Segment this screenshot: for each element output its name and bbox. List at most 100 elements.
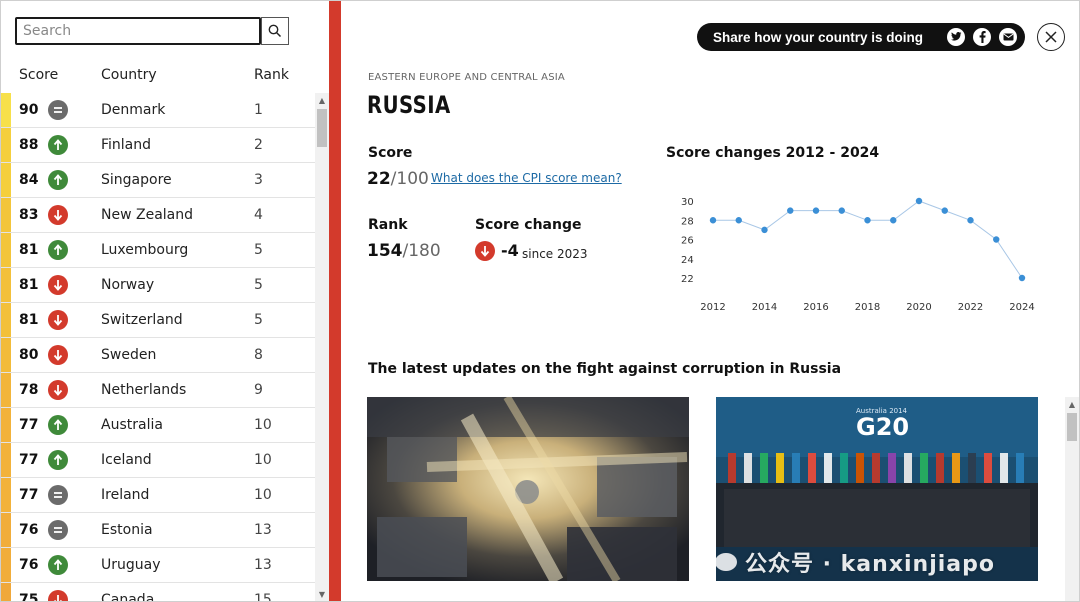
- row-rank: 8: [254, 347, 263, 363]
- row-score: 77: [19, 452, 39, 468]
- data-point[interactable]: [890, 217, 897, 224]
- table-row[interactable]: 77 Australia 10: [1, 408, 315, 443]
- x-tick-label: 2014: [752, 302, 777, 313]
- x-tick-label: 2024: [1009, 302, 1034, 313]
- score-color-stripe: [1, 268, 11, 302]
- row-country: Netherlands: [101, 382, 187, 398]
- cpi-score-link[interactable]: What does the CPI score mean?: [431, 171, 622, 185]
- table-row[interactable]: 76 Uruguay 13: [1, 548, 315, 583]
- data-point[interactable]: [915, 197, 923, 205]
- data-point[interactable]: [993, 236, 1000, 243]
- data-point[interactable]: [761, 226, 768, 234]
- arrow-down-icon: [475, 241, 495, 261]
- row-rank: 5: [254, 242, 263, 258]
- table-row[interactable]: 78 Netherlands 9: [1, 373, 315, 408]
- search-icon: [268, 24, 282, 38]
- country-detail-panel: Share how your country is doing EASTERN …: [341, 1, 1079, 601]
- row-rank: 10: [254, 417, 272, 433]
- row-country: Norway: [101, 277, 155, 293]
- row-rank: 15: [254, 592, 272, 602]
- data-point[interactable]: [1018, 274, 1026, 282]
- table-row[interactable]: 81 Switzerland 5: [1, 303, 315, 338]
- scroll-down-icon[interactable]: ▼: [315, 589, 329, 601]
- detail-scrollbar[interactable]: ▲: [1065, 397, 1079, 601]
- y-tick-label: 28: [681, 216, 694, 227]
- close-icon: [1045, 31, 1057, 43]
- equals-icon: [48, 485, 68, 505]
- data-point[interactable]: [967, 217, 974, 224]
- x-tick-label: 2022: [958, 302, 983, 313]
- x-tick-label: 2016: [803, 302, 828, 313]
- score-color-stripe: [1, 583, 11, 601]
- row-rank: 2: [254, 137, 263, 153]
- email-icon[interactable]: [999, 28, 1017, 46]
- x-tick-label: 2012: [700, 302, 725, 313]
- row-country: Denmark: [101, 102, 166, 118]
- row-rank: 9: [254, 382, 263, 398]
- panel-divider: [329, 1, 341, 601]
- y-tick-label: 22: [681, 274, 694, 285]
- table-row[interactable]: 81 Luxembourg 5: [1, 233, 315, 268]
- scroll-thumb[interactable]: [1067, 413, 1077, 441]
- list-scrollbar[interactable]: ▲ ▼: [315, 93, 329, 601]
- table-row[interactable]: 80 Sweden 8: [1, 338, 315, 373]
- table-row[interactable]: 84 Singapore 3: [1, 163, 315, 198]
- scroll-up-icon[interactable]: ▲: [315, 95, 329, 107]
- row-country: New Zealand: [101, 207, 193, 223]
- close-button[interactable]: [1037, 23, 1065, 51]
- data-point[interactable]: [787, 207, 794, 214]
- score-color-stripe: [1, 198, 11, 232]
- row-country: Canada: [101, 592, 155, 602]
- y-tick-label: 26: [681, 236, 694, 247]
- data-point[interactable]: [709, 217, 717, 224]
- share-label: Share how your country is doing: [713, 29, 924, 45]
- rank-column-header[interactable]: Rank: [254, 67, 289, 83]
- score-color-stripe: [1, 338, 11, 372]
- row-country: Finland: [101, 137, 152, 153]
- arrow-down-icon: [48, 310, 68, 330]
- data-point[interactable]: [812, 207, 820, 214]
- table-row[interactable]: 90 Denmark 1: [1, 93, 315, 128]
- chart-title: Score changes 2012 - 2024: [666, 145, 880, 161]
- table-row[interactable]: 81 Norway 5: [1, 268, 315, 303]
- score-column-header[interactable]: Score: [19, 67, 58, 83]
- arrow-up-icon: [48, 555, 68, 575]
- row-rank: 5: [254, 312, 263, 328]
- table-row[interactable]: 75 Canada 15: [1, 583, 315, 602]
- row-rank: 10: [254, 452, 272, 468]
- row-rank: 5: [254, 277, 263, 293]
- score-color-stripe: [1, 548, 11, 582]
- country-column-header[interactable]: Country: [101, 67, 157, 83]
- score-color-stripe: [1, 303, 11, 337]
- data-point[interactable]: [864, 217, 871, 224]
- score-label: Score: [368, 145, 413, 161]
- score-color-stripe: [1, 93, 11, 127]
- scroll-up-icon[interactable]: ▲: [1065, 399, 1079, 411]
- scroll-thumb[interactable]: [317, 109, 327, 147]
- table-row[interactable]: 88 Finland 2: [1, 128, 315, 163]
- row-country: Estonia: [101, 522, 153, 538]
- row-country: Switzerland: [101, 312, 183, 328]
- table-row[interactable]: 83 New Zealand 4: [1, 198, 315, 233]
- arrow-down-icon: [48, 590, 68, 601]
- search-button[interactable]: [261, 17, 289, 45]
- share-bar: Share how your country is doing: [697, 23, 1025, 51]
- score-color-stripe: [1, 443, 11, 477]
- data-point[interactable]: [735, 217, 742, 224]
- row-score: 78: [19, 382, 39, 398]
- facebook-icon[interactable]: [973, 28, 991, 46]
- country-table: 90 Denmark 1 88 Finland 2 84 Singapore 3 83 New Ze…: [1, 93, 315, 602]
- row-score: 76: [19, 522, 39, 538]
- data-point[interactable]: [838, 207, 845, 214]
- table-row[interactable]: 76 Estonia 13: [1, 513, 315, 548]
- twitter-icon[interactable]: [947, 28, 965, 46]
- news-photo-protest[interactable]: [367, 397, 689, 581]
- row-score: 76: [19, 557, 39, 573]
- search-input[interactable]: [17, 19, 259, 43]
- data-point[interactable]: [941, 207, 948, 214]
- score-color-stripe: [1, 163, 11, 197]
- table-row[interactable]: 77 Ireland 10: [1, 478, 315, 513]
- search-field[interactable]: [15, 17, 261, 45]
- table-row[interactable]: 77 Iceland 10: [1, 443, 315, 478]
- row-rank: 13: [254, 557, 272, 573]
